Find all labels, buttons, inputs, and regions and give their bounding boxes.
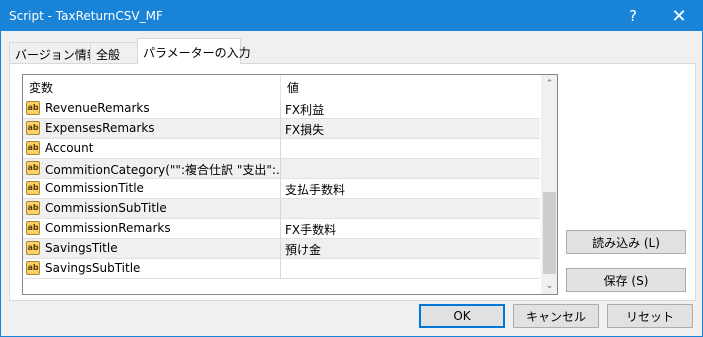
param-name: ExpensesRemarks: [45, 121, 155, 135]
string-param-icon: ab: [26, 201, 40, 215]
string-param-icon: ab: [26, 141, 40, 155]
close-button[interactable]: ✕: [656, 1, 702, 31]
param-value[interactable]: FX損失: [285, 121, 324, 138]
tab-version-info[interactable]: バージョン情報: [9, 42, 99, 63]
param-value[interactable]: FX手数料: [285, 221, 336, 238]
header-value[interactable]: 値: [287, 79, 299, 96]
tab-parameters[interactable]: パラメーターの入力: [137, 38, 251, 64]
table-row[interactable]: ab SavingsTitle 預け金: [23, 239, 540, 259]
table-row[interactable]: ab CommissionSubTitle: [23, 199, 540, 219]
load-button[interactable]: 読み込み (L): [566, 230, 686, 254]
cancel-button[interactable]: キャンセル: [513, 304, 599, 328]
ok-button[interactable]: OK: [419, 304, 505, 328]
table-row[interactable]: ab Account: [23, 139, 540, 159]
string-param-icon: ab: [26, 101, 40, 115]
param-value[interactable]: FX利益: [285, 101, 324, 118]
scroll-up-icon[interactable]: ⌃: [541, 75, 557, 92]
table-row[interactable]: ab CommissionTitle 支払手数料: [23, 179, 540, 199]
param-name: SavingsTitle: [45, 241, 118, 255]
table-row[interactable]: ab RevenueRemarks FX利益: [23, 99, 540, 119]
table-row[interactable]: ab CommitionCategory("":複合仕訳 "支出":…: [23, 159, 540, 179]
grid-header: 変数 値: [23, 75, 540, 99]
param-name: SavingsSubTitle: [45, 261, 141, 275]
scroll-thumb[interactable]: [543, 192, 556, 274]
string-param-icon: ab: [26, 161, 40, 175]
param-name: CommitionCategory("":複合仕訳 "支出":…: [45, 163, 279, 177]
parameter-grid: 変数 値 ab RevenueRemarks FX利益 ab ExpensesR…: [22, 74, 558, 295]
save-button[interactable]: 保存 (S): [566, 268, 686, 292]
param-name: CommissionSubTitle: [45, 201, 167, 215]
script-dialog: Script - TaxReturnCSV_MF ? ✕ バージョン情報 全般 …: [0, 0, 703, 337]
param-name: RevenueRemarks: [45, 101, 150, 115]
string-param-icon: ab: [26, 121, 40, 135]
table-row[interactable]: ab CommissionRemarks FX手数料: [23, 219, 540, 239]
header-variable[interactable]: 変数: [29, 79, 53, 96]
window-title: Script - TaxReturnCSV_MF: [9, 9, 163, 23]
parameters-panel: 変数 値 ab RevenueRemarks FX利益 ab ExpensesR…: [9, 63, 696, 301]
string-param-icon: ab: [26, 221, 40, 235]
reset-button[interactable]: リセット: [607, 304, 693, 328]
help-button[interactable]: ?: [610, 1, 656, 31]
header-divider[interactable]: [280, 75, 281, 99]
table-row[interactable]: ab ExpensesRemarks FX損失: [23, 119, 540, 139]
param-name: CommissionRemarks: [45, 221, 171, 235]
string-param-icon: ab: [26, 241, 40, 255]
string-param-icon: ab: [26, 181, 40, 195]
scroll-down-icon[interactable]: ⌄: [541, 277, 557, 294]
string-param-icon: ab: [26, 261, 40, 275]
param-name: CommissionTitle: [45, 181, 144, 195]
grid-rows: ab RevenueRemarks FX利益 ab ExpensesRemark…: [23, 99, 540, 279]
table-row[interactable]: ab SavingsSubTitle: [23, 259, 540, 279]
tab-general[interactable]: 全般: [90, 42, 138, 63]
param-value[interactable]: 支払手数料: [285, 181, 345, 198]
title-bar[interactable]: Script - TaxReturnCSV_MF ? ✕: [1, 1, 702, 31]
param-name: Account: [45, 141, 94, 155]
vertical-scrollbar[interactable]: ⌃ ⌄: [541, 75, 557, 294]
param-value[interactable]: 預け金: [285, 241, 321, 258]
